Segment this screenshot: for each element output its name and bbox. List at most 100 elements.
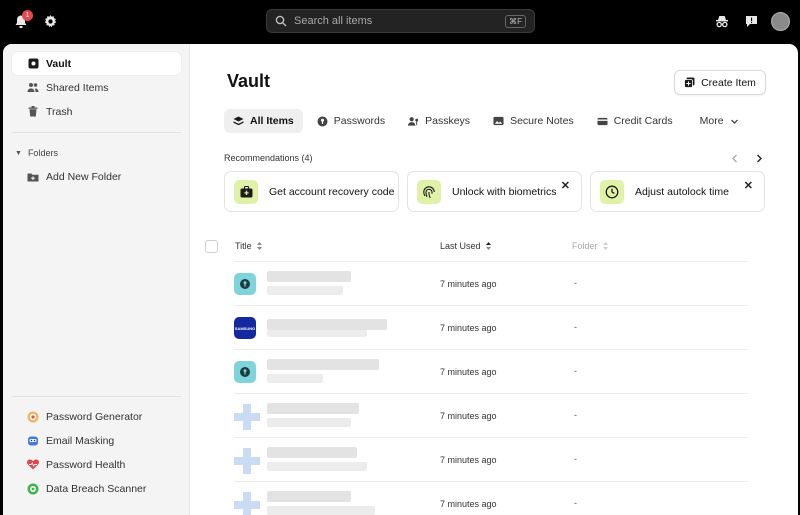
table-row[interactable]: 7 minutes ago -: [234, 261, 748, 305]
redacted-subtitle: [267, 506, 375, 515]
page-title: Vault: [227, 71, 271, 91]
folder-value: -: [574, 278, 577, 288]
column-header-label: Title: [235, 241, 252, 251]
create-item-label: Create Item: [701, 76, 756, 89]
tab-label: More: [699, 115, 724, 127]
table-row[interactable]: 7 minutes ago -: [234, 481, 748, 515]
tab-passkeys[interactable]: Passkeys: [399, 109, 479, 133]
sidebar-item-label: Add New Folder: [46, 170, 122, 183]
redacted-subtitle: [267, 286, 343, 295]
notification-count-badge: 1: [22, 10, 33, 21]
sidebar-item-shared-items[interactable]: Shared Items: [12, 76, 181, 99]
folder-value: -: [574, 322, 577, 332]
caret-down-icon: ▼: [15, 149, 22, 157]
redacted-title: [267, 271, 351, 282]
folders-heading: Folders: [27, 148, 58, 158]
sidebar-item-email-masking[interactable]: Email Masking: [12, 429, 181, 452]
sidebar-item-label: Data Breach Scanner: [46, 482, 147, 495]
pixelated-favicon: [234, 404, 260, 430]
table-row[interactable]: 7 minutes ago -: [234, 393, 748, 437]
generic-password-icon: [234, 361, 256, 383]
search-bar[interactable]: Search all items ⌘F: [266, 9, 535, 33]
sidebar: Vault Shared Items Trash ▼ Folders Add N…: [3, 44, 190, 515]
sidebar-item-label: Vault: [46, 57, 72, 70]
tab-passwords[interactable]: Passwords: [308, 109, 394, 133]
column-header-title[interactable]: Title: [235, 241, 263, 251]
tab-secure-notes[interactable]: Secure Notes: [484, 109, 583, 133]
tab-label: Passkeys: [425, 115, 471, 127]
sidebar-item-vault[interactable]: Vault: [12, 52, 181, 75]
sidebar-item-label: Email Masking: [46, 434, 115, 447]
app-window: Vault Shared Items Trash ▼ Folders Add N…: [3, 44, 798, 515]
data-breach-scanner-icon: [27, 483, 39, 495]
dismiss-recommendation-close-icon[interactable]: ✕: [561, 181, 570, 192]
chevron-right-icon: [757, 154, 762, 162]
sort-icon: [256, 242, 262, 250]
folders-section-toggle[interactable]: ▼ Folders: [15, 148, 58, 158]
redacted-subtitle: [267, 418, 351, 427]
table-row[interactable]: SAMSUNG 7 minutes ago -: [234, 305, 748, 349]
last-used-value: 7 minutes ago: [440, 499, 497, 509]
chevron-left-icon: [732, 154, 737, 162]
sidebar-item-label: Password Health: [46, 458, 126, 471]
users-icon: [27, 82, 39, 94]
folder-value: -: [574, 366, 577, 376]
redacted-title: [267, 319, 387, 330]
redacted-subtitle: [267, 374, 323, 383]
tab-credit-cards[interactable]: Credit Cards: [588, 109, 682, 133]
sidebar-item-data-breach-scanner[interactable]: Data Breach Scanner: [12, 477, 181, 500]
tab-all-items[interactable]: All Items: [224, 109, 303, 133]
user-avatar[interactable]: [771, 12, 790, 31]
folder-value: -: [574, 498, 577, 508]
folder-value: -: [574, 454, 577, 464]
tab-label: Passwords: [333, 115, 386, 127]
main-content: Vault Create Item All Items Passwords Pa…: [190, 44, 798, 515]
recovery-kit-icon: [234, 179, 258, 204]
create-item-button[interactable]: Create Item: [674, 70, 766, 95]
sidebar-item-password-health[interactable]: Password Health: [12, 453, 181, 476]
select-all-checkbox[interactable]: [205, 240, 218, 253]
last-used-value: 7 minutes ago: [440, 411, 497, 421]
redacted-subtitle: [267, 330, 367, 337]
spy-incognito-icon[interactable]: [713, 12, 731, 30]
table-row[interactable]: 7 minutes ago -: [234, 437, 748, 481]
vault-icon: [27, 58, 39, 70]
feedback-chat-icon[interactable]: [742, 12, 760, 30]
search-placeholder: Search all items: [294, 15, 373, 27]
add-new-folder-button[interactable]: Add New Folder: [12, 165, 181, 188]
tab-label: Secure Notes: [510, 115, 574, 127]
generic-password-icon: [234, 273, 256, 295]
dismiss-recommendation-close-icon[interactable]: ✕: [744, 181, 753, 192]
tab-label: Credit Cards: [613, 115, 673, 127]
top-bar: 1 Search all items ⌘F: [0, 0, 800, 44]
column-header-label: Folder: [572, 241, 598, 251]
sidebar-item-password-generator[interactable]: Password Generator: [12, 405, 181, 428]
last-used-value: 7 minutes ago: [440, 367, 497, 377]
password-generator-icon: [27, 411, 39, 423]
recommendations-next-button[interactable]: [753, 152, 765, 164]
create-item-icon: [684, 77, 695, 88]
recommendation-card-biometrics[interactable]: Unlock with biometrics ✕: [407, 171, 582, 212]
category-tabs: All Items Passwords Passkeys Secure Note…: [224, 109, 753, 133]
fingerprint-icon: [417, 179, 441, 204]
secure-note-icon: [493, 116, 504, 127]
column-header-folder[interactable]: Folder: [572, 241, 609, 251]
table-row[interactable]: 7 minutes ago -: [234, 349, 748, 393]
last-used-value: 7 minutes ago: [440, 323, 497, 333]
recommendation-card-recovery-code[interactable]: Get account recovery code: [224, 171, 399, 212]
column-header-last-used[interactable]: Last Used: [440, 241, 492, 251]
layers-icon: [233, 116, 244, 127]
redacted-title: [267, 491, 351, 502]
pixelated-favicon: [234, 492, 260, 515]
recommendation-label: Unlock with biometrics: [452, 185, 557, 198]
password-health-icon: [27, 459, 39, 471]
recommendations-prev-button[interactable]: [729, 152, 741, 164]
sidebar-item-trash[interactable]: Trash: [12, 100, 181, 123]
trash-icon: [27, 106, 39, 118]
recommendation-card-autolock[interactable]: Adjust autolock time ✕: [590, 171, 765, 212]
folder-plus-icon: [27, 171, 39, 183]
redacted-subtitle: [267, 462, 367, 471]
tab-more-dropdown[interactable]: More: [691, 109, 748, 133]
clock-icon: [600, 179, 624, 204]
settings-gear-icon[interactable]: [41, 12, 59, 30]
